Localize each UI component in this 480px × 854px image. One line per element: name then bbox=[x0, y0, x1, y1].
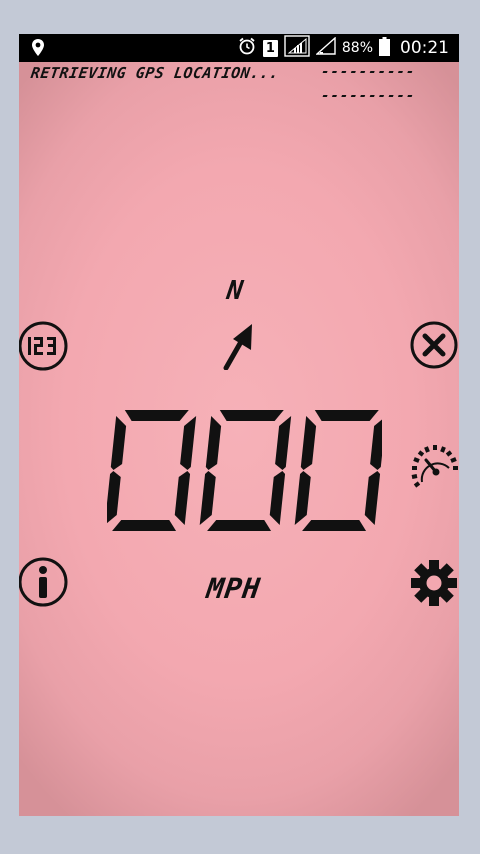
speedometer-display: RETRIEVING GPS LOCATION... ---------- --… bbox=[19, 62, 459, 816]
digital-mode-button[interactable] bbox=[19, 320, 69, 376]
signal-icon bbox=[284, 35, 310, 61]
speed-digit-2 bbox=[199, 410, 292, 531]
speed-unit-label: MPH bbox=[204, 572, 263, 605]
info-icon bbox=[19, 557, 69, 612]
speed-readout bbox=[104, 408, 387, 536]
longitude-readout: ---------- bbox=[319, 88, 417, 104]
alarm-icon bbox=[237, 36, 257, 60]
digital-mode-icon bbox=[19, 321, 69, 376]
phone-screen: 1 88% 00:21 RETRIEVING GPS LOCATION... -… bbox=[19, 34, 459, 816]
speed-digit-1 bbox=[104, 410, 197, 531]
status-clock: 00:21 bbox=[400, 38, 449, 58]
battery-percent: 88% bbox=[341, 40, 373, 56]
heading-arrow-icon bbox=[222, 322, 256, 374]
analog-gauge-icon bbox=[409, 445, 459, 496]
battery-icon bbox=[379, 36, 390, 60]
status-bar: 1 88% 00:21 bbox=[19, 34, 459, 62]
heading-direction: N bbox=[224, 276, 245, 306]
close-button[interactable] bbox=[409, 320, 459, 374]
sim-slot-icon: 1 bbox=[262, 39, 278, 57]
close-icon bbox=[409, 321, 459, 374]
info-button[interactable] bbox=[19, 556, 69, 612]
settings-gear-icon bbox=[409, 560, 459, 612]
speed-digit-3 bbox=[294, 410, 387, 531]
latitude-readout: ---------- bbox=[319, 64, 417, 80]
signal-empty-icon bbox=[315, 36, 336, 59]
gps-status-text: RETRIEVING GPS LOCATION... bbox=[29, 64, 281, 82]
status-right-group: 1 88% 00:21 bbox=[237, 34, 449, 62]
settings-button[interactable] bbox=[409, 558, 459, 612]
analog-gauge-button[interactable] bbox=[409, 442, 459, 496]
location-pin-icon bbox=[31, 38, 45, 61]
